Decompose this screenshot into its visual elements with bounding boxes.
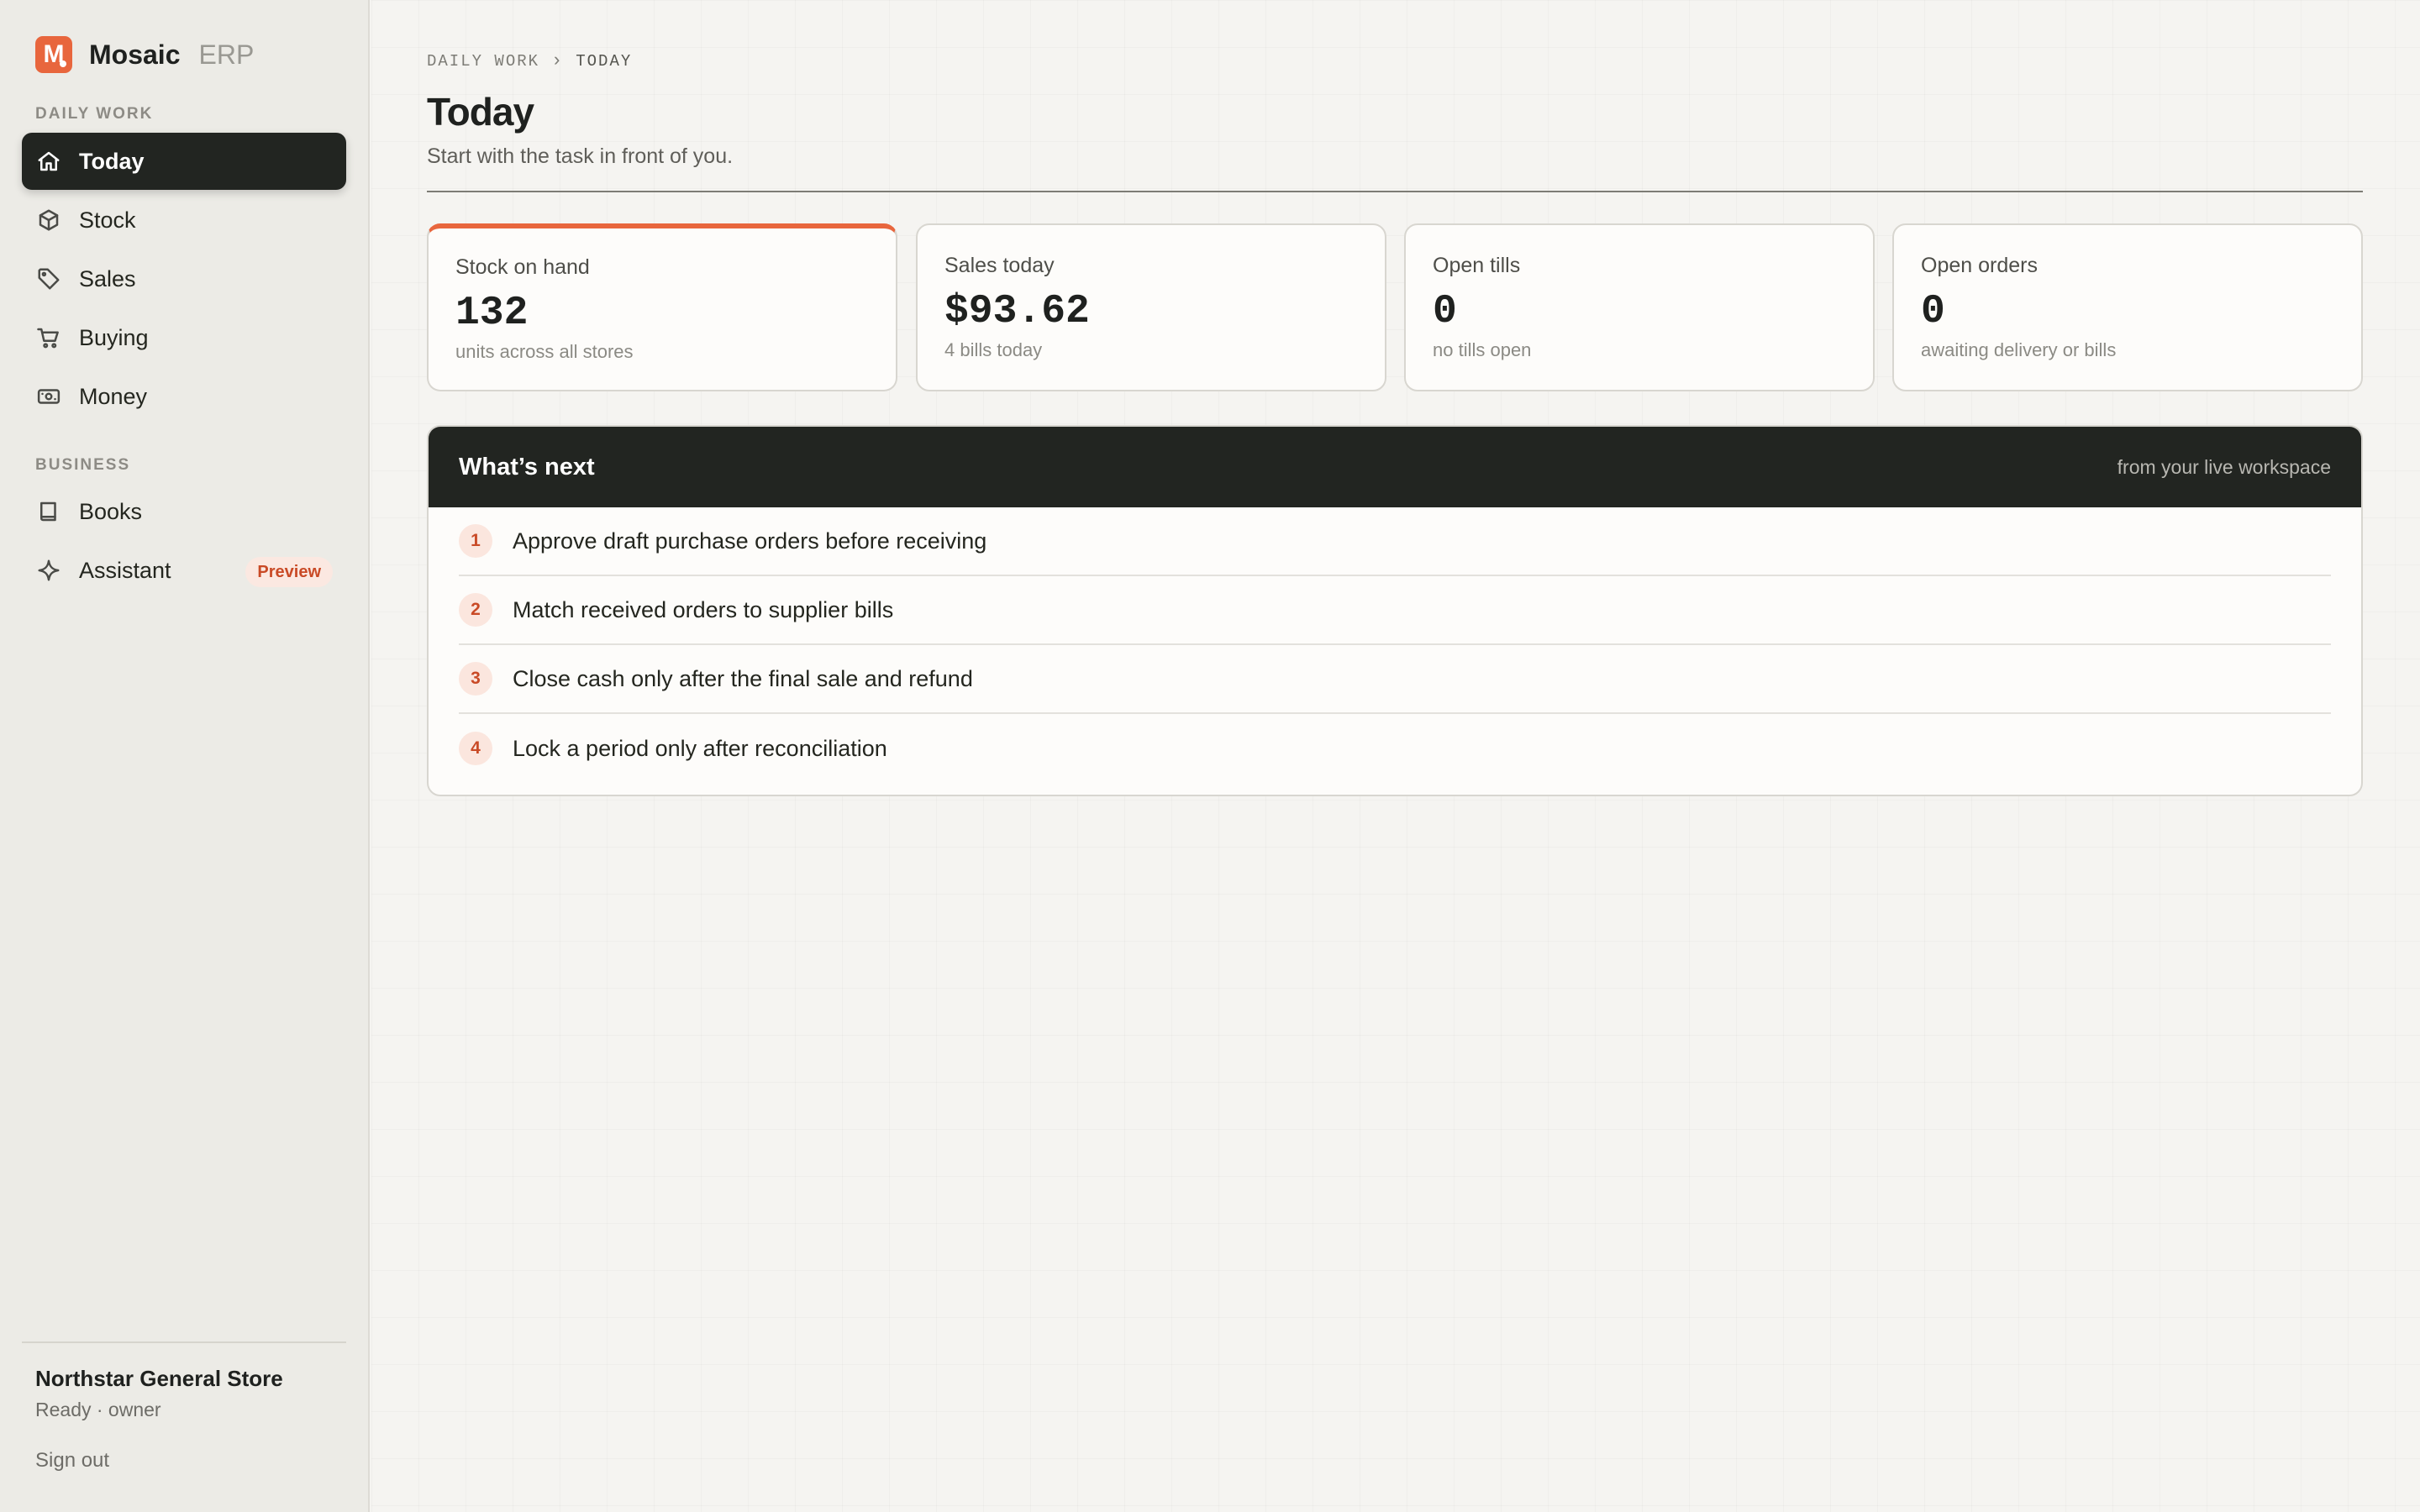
sidebar-item-money[interactable]: Money xyxy=(22,368,346,425)
sidebar-item-today[interactable]: Today xyxy=(22,133,346,190)
task-number-badge: 4 xyxy=(459,732,492,765)
whats-next-header: What’s next from your live workspace xyxy=(429,427,2361,507)
store-name: Northstar General Store xyxy=(35,1366,283,1391)
stat-value: 132 xyxy=(455,291,529,336)
task-number-badge: 3 xyxy=(459,662,492,696)
whats-next-panel: What’s next from your live workspace 1 A… xyxy=(427,425,2363,796)
list-item[interactable]: 4 Lock a period only after reconciliatio… xyxy=(459,714,2331,783)
sidebar-item-assistant[interactable]: Assistant Preview xyxy=(22,542,346,599)
stat-note: awaiting delivery or bills xyxy=(1921,339,2117,360)
cart-icon xyxy=(35,324,62,351)
main-content: DAILY WORK › TODAY Today Start with the … xyxy=(371,0,2420,1512)
stat-note: units across all stores xyxy=(455,341,634,362)
stat-note: 4 bills today xyxy=(944,339,1043,360)
stat-label: Open tills xyxy=(1433,254,1521,277)
box-icon xyxy=(35,207,62,234)
page-title: Today xyxy=(427,90,534,134)
sidebar-item-label: Today xyxy=(79,148,145,174)
sidebar-item-label: Assistant xyxy=(79,557,171,583)
stat-card-sales-today[interactable]: Sales today $93.62 4 bills today xyxy=(916,223,1386,391)
sidebar-item-label: Stock xyxy=(79,207,136,233)
section-label-daily-work: DAILY WORK xyxy=(35,105,154,123)
store-status: Ready · owner xyxy=(35,1399,161,1420)
section-label-business: BUSINESS xyxy=(35,456,131,474)
title-divider xyxy=(427,191,2363,192)
task-label: Lock a period only after reconciliation xyxy=(513,735,887,761)
whats-next-title: What’s next xyxy=(459,453,595,480)
stat-card-stock-on-hand[interactable]: Stock on hand 132 units across all store… xyxy=(427,223,897,391)
stat-value: 0 xyxy=(1921,289,1945,334)
book-icon xyxy=(35,498,62,525)
breadcrumb-current: TODAY xyxy=(576,51,633,71)
preview-badge: Preview xyxy=(245,557,333,587)
task-number-badge: 1 xyxy=(459,524,492,558)
task-number-badge: 2 xyxy=(459,593,492,627)
sidebar-divider xyxy=(22,1341,346,1343)
sidebar: M Mosaic ERP DAILY WORK Today Stock Sale… xyxy=(0,0,370,1512)
stat-card-open-tills[interactable]: Open tills 0 no tills open xyxy=(1404,223,1875,391)
stat-label: Sales today xyxy=(944,254,1055,277)
brand-suffix: ERP xyxy=(198,39,255,70)
brand-name: Mosaic xyxy=(89,39,181,70)
sidebar-item-label: Books xyxy=(79,498,143,524)
stat-label: Stock on hand xyxy=(455,255,590,279)
breadcrumb: DAILY WORK › TODAY xyxy=(427,50,632,71)
task-label: Close cash only after the final sale and… xyxy=(513,665,973,691)
sidebar-item-stock[interactable]: Stock xyxy=(22,192,346,249)
stat-note: no tills open xyxy=(1433,339,1532,360)
home-icon xyxy=(35,148,62,175)
stat-value: 0 xyxy=(1433,289,1457,334)
stat-value: $93.62 xyxy=(944,289,1090,334)
stat-label: Open orders xyxy=(1921,254,2038,277)
sidebar-item-sales[interactable]: Sales xyxy=(22,250,346,307)
list-item[interactable]: 3 Close cash only after the final sale a… xyxy=(459,645,2331,714)
task-list: 1 Approve draft purchase orders before r… xyxy=(459,507,2331,783)
chevron-right-icon: › xyxy=(551,50,565,71)
whats-next-source: from your live workspace xyxy=(2117,455,2331,478)
sparkle-icon xyxy=(35,557,62,584)
brand-logo-icon: M xyxy=(35,36,72,73)
brand[interactable]: M Mosaic ERP xyxy=(35,35,254,74)
sign-out-link[interactable]: Sign out xyxy=(35,1449,109,1473)
tag-icon xyxy=(35,265,62,292)
list-item[interactable]: 2 Match received orders to supplier bill… xyxy=(459,576,2331,645)
task-label: Match received orders to supplier bills xyxy=(513,596,894,622)
sidebar-item-buying[interactable]: Buying xyxy=(22,309,346,366)
sidebar-item-label: Buying xyxy=(79,324,149,350)
sidebar-item-label: Sales xyxy=(79,265,136,291)
stat-card-open-orders[interactable]: Open orders 0 awaiting delivery or bills xyxy=(1892,223,2363,391)
sidebar-item-books[interactable]: Books xyxy=(22,483,346,540)
sidebar-item-label: Money xyxy=(79,383,148,409)
breadcrumb-parent[interactable]: DAILY WORK xyxy=(427,52,539,71)
page-subtitle: Start with the task in front of you. xyxy=(427,144,734,168)
task-label: Approve draft purchase orders before rec… xyxy=(513,528,987,554)
cash-icon xyxy=(35,383,62,410)
list-item[interactable]: 1 Approve draft purchase orders before r… xyxy=(459,507,2331,576)
brand-logo-dot xyxy=(60,60,66,67)
